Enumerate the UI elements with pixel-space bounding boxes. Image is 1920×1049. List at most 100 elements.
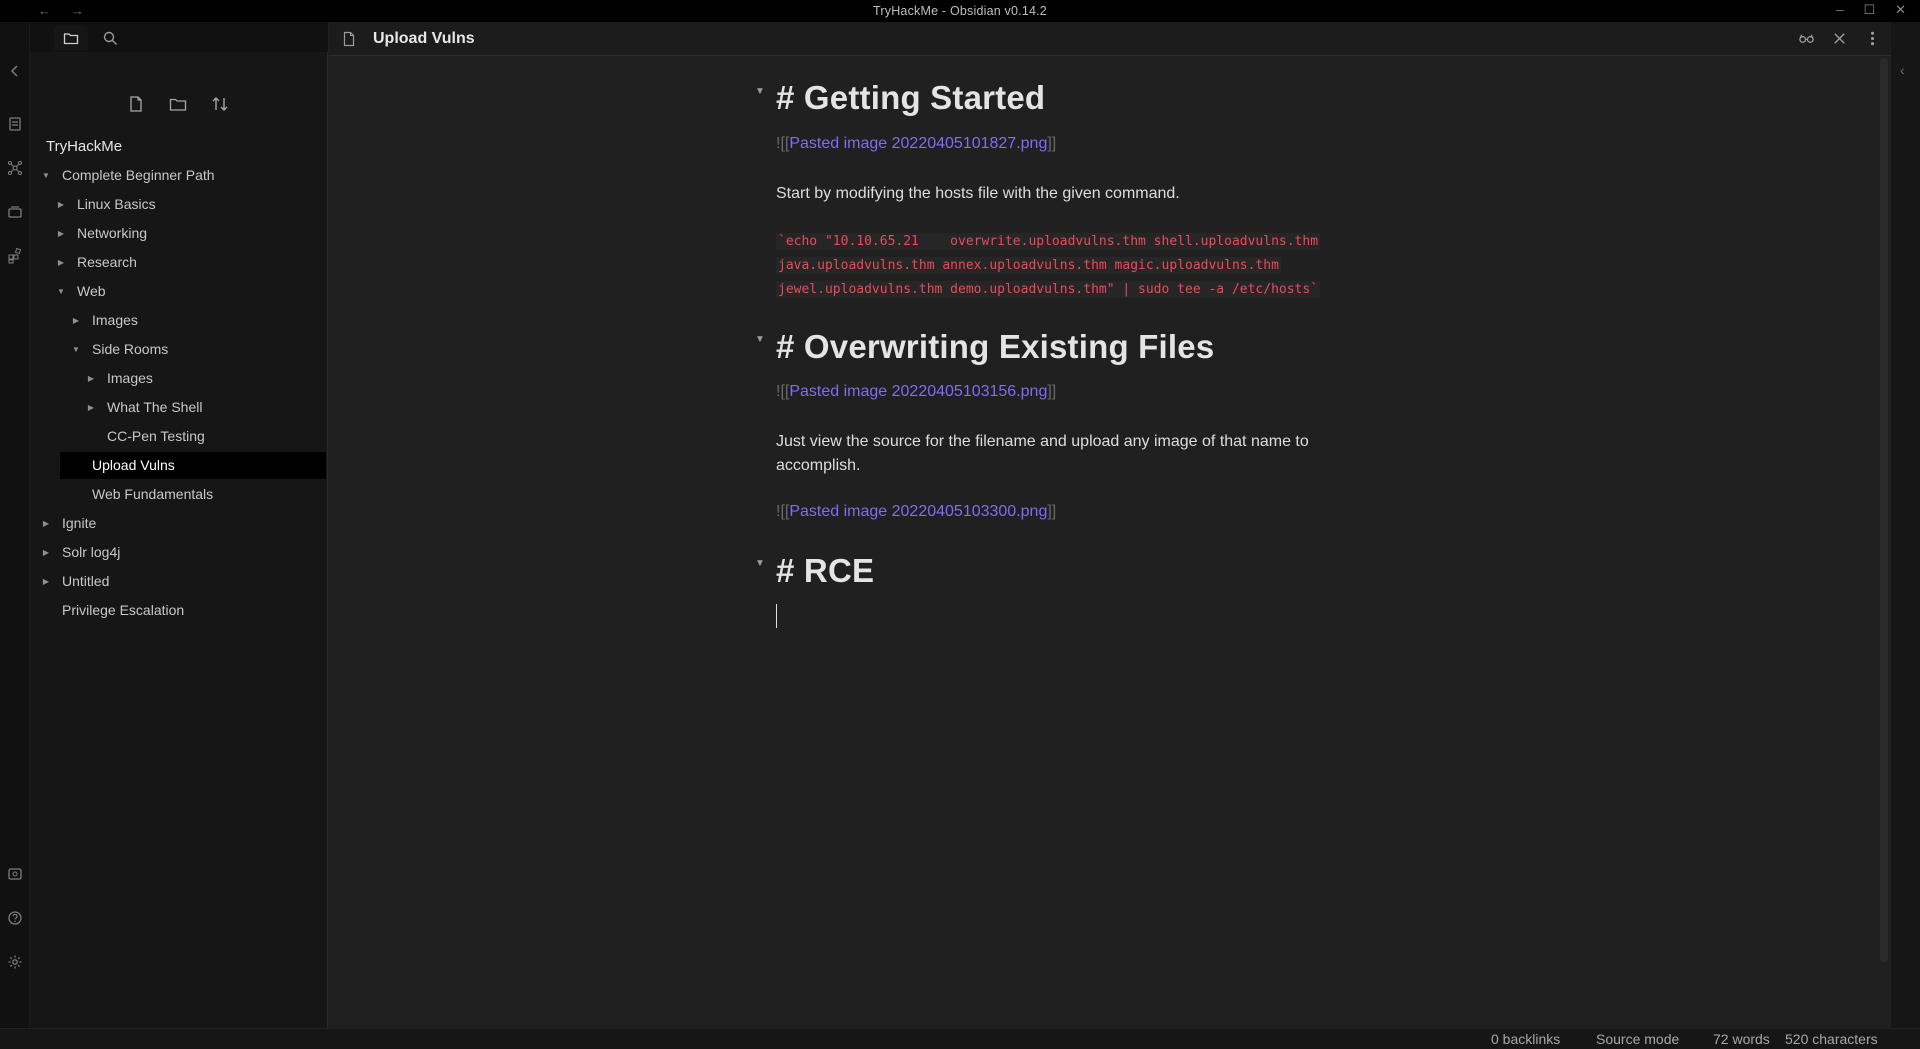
- tree-folder[interactable]: ▼ Web: [30, 278, 326, 305]
- heading-rce[interactable]: # RCE: [776, 552, 874, 590]
- plugin-grid-icon[interactable]: [6, 247, 24, 265]
- graph-view-icon[interactable]: [6, 159, 24, 177]
- tree-folder[interactable]: ▼ Complete Beginner Path: [30, 162, 326, 189]
- chevron-down-icon[interactable]: ▼: [71, 336, 81, 363]
- sort-arrows-icon: [212, 97, 228, 111]
- image-embed[interactable]: ![[Pasted image 20220405103156.png]]: [776, 383, 1056, 401]
- tree-item-label: Complete Beginner Path: [62, 167, 215, 183]
- editor-header: Upload Vulns: [329, 22, 1891, 56]
- image-embed[interactable]: ![[Pasted image 20220405103300.png]]: [776, 503, 1056, 521]
- tree-file[interactable]: Web Fundamentals: [30, 481, 326, 508]
- tree-folder[interactable]: ▶ Research: [30, 249, 326, 276]
- vault-name[interactable]: TryHackMe: [46, 138, 122, 155]
- chevron-right-icon[interactable]: ▶: [86, 394, 96, 421]
- tree-file[interactable]: Upload Vulns: [60, 452, 326, 479]
- backlinks-count[interactable]: 0 backlinks: [1491, 1031, 1560, 1047]
- embed-open: ![[: [776, 503, 790, 520]
- image-link[interactable]: Pasted image 20220405101827.png: [789, 135, 1047, 152]
- note-title[interactable]: Upload Vulns: [373, 30, 475, 48]
- reading-view-icon[interactable]: [1798, 30, 1815, 52]
- sidebar-tabs: [30, 22, 328, 52]
- tree-folder[interactable]: ▶ What The Shell: [30, 394, 326, 421]
- new-folder-button[interactable]: [166, 92, 190, 116]
- tree-item-label: Research: [77, 254, 137, 270]
- folder-icon: [63, 33, 79, 45]
- close-tab-icon[interactable]: [1831, 30, 1848, 52]
- tree-item-label: Side Rooms: [92, 341, 169, 357]
- chevron-right-icon[interactable]: ▶: [86, 365, 96, 392]
- quick-switcher-icon[interactable]: [6, 115, 24, 133]
- settings-gear-icon[interactable]: [6, 953, 24, 971]
- tab-search[interactable]: [93, 26, 127, 50]
- embed-open: ![[: [776, 135, 790, 152]
- minimize-button[interactable]: –: [1836, 2, 1843, 18]
- paragraph[interactable]: Just view the source for the filename an…: [776, 430, 1396, 478]
- chevron-down-icon[interactable]: ▼: [56, 278, 66, 305]
- tree-folder[interactable]: ▶ Ignite: [30, 510, 326, 537]
- chevron-right-icon[interactable]: ▶: [41, 568, 51, 595]
- help-icon[interactable]: [6, 909, 24, 927]
- tree-folder[interactable]: ▶ Solr log4j: [30, 539, 326, 566]
- maximize-button[interactable]: ☐: [1863, 2, 1875, 18]
- image-embed[interactable]: ![[Pasted image 20220405101827.png]]: [776, 135, 1056, 153]
- fold-heading-icon[interactable]: ▼: [755, 334, 765, 345]
- close-window-button[interactable]: ✕: [1895, 2, 1906, 18]
- embed-close: ]]: [1047, 383, 1057, 400]
- tree-item-label: Privilege Escalation: [62, 602, 185, 618]
- editor-mode[interactable]: Source mode: [1596, 1031, 1679, 1047]
- fold-heading-icon[interactable]: ▼: [755, 558, 765, 569]
- tree-folder[interactable]: ▶ Networking: [30, 220, 326, 247]
- chevron-right-icon[interactable]: ▶: [56, 220, 66, 247]
- chevron-right-icon[interactable]: ▶: [56, 249, 66, 276]
- inline-code-line[interactable]: jewel.uploadvulns.thm demo.uploadvulns.t…: [776, 281, 1321, 298]
- right-sidebar-collapsed: ‹: [1891, 22, 1920, 1028]
- image-link[interactable]: Pasted image 20220405103156.png: [789, 383, 1047, 400]
- chevron-right-icon[interactable]: ▶: [41, 510, 51, 537]
- embed-close: ]]: [1047, 135, 1057, 152]
- status-bar: 0 backlinks Source mode 72 words 520 cha…: [0, 1028, 1920, 1049]
- chevron-down-icon[interactable]: ▼: [41, 162, 51, 189]
- collapse-sidebar-icon[interactable]: [6, 62, 24, 80]
- heading-overwriting-existing-files[interactable]: # Overwriting Existing Files: [776, 328, 1214, 366]
- editor-scrollbar[interactable]: [1880, 58, 1888, 962]
- embed-open: ![[: [776, 383, 790, 400]
- new-folder-icon: [169, 98, 187, 111]
- tree-item-label: Solr log4j: [62, 544, 121, 560]
- window-title: TryHackMe - Obsidian v0.14.2: [873, 4, 1047, 18]
- tree-folder[interactable]: ▶ Images: [30, 307, 326, 334]
- more-options-icon[interactable]: [1864, 30, 1881, 52]
- new-note-button[interactable]: [124, 92, 148, 116]
- heading-getting-started[interactable]: # Getting Started: [776, 79, 1045, 117]
- tree-file[interactable]: CC-Pen Testing: [30, 423, 326, 450]
- chevron-right-icon[interactable]: ▶: [71, 307, 81, 334]
- inline-code-line[interactable]: `echo "10.10.65.21 overwrite.uploadvulns…: [776, 233, 1321, 250]
- image-link[interactable]: Pasted image 20220405103300.png: [789, 503, 1047, 520]
- paragraph[interactable]: Start by modifying the hosts file with t…: [776, 182, 1396, 206]
- tree-item-label: Web Fundamentals: [92, 486, 214, 502]
- title-bar: ← → TryHackMe - Obsidian v0.14.2 – ☐ ✕: [0, 0, 1920, 22]
- expand-right-sidebar-icon[interactable]: ‹: [1900, 62, 1905, 78]
- tree-item-label: Images: [92, 312, 138, 328]
- text-cursor: [776, 604, 777, 628]
- character-count: 520 characters: [1785, 1031, 1878, 1047]
- editor-actions: [1798, 30, 1881, 52]
- open-deck-icon[interactable]: [6, 203, 24, 221]
- tree-folder[interactable]: ▶ Images: [30, 365, 326, 392]
- tree-file[interactable]: Privilege Escalation: [30, 597, 326, 624]
- chevron-right-icon[interactable]: ▶: [56, 191, 66, 218]
- tree-folder[interactable]: ▼ Side Rooms: [30, 336, 326, 363]
- chevron-right-icon[interactable]: ▶: [41, 539, 51, 566]
- word-count: 72 words: [1713, 1031, 1770, 1047]
- ribbon: [0, 22, 30, 1028]
- vault-switch-icon[interactable]: [6, 865, 24, 883]
- tab-file-explorer[interactable]: [54, 26, 88, 50]
- tree-item-label: Ignite: [62, 515, 97, 531]
- inline-code-line[interactable]: java.uploadvulns.thm annex.uploadvulns.t…: [776, 257, 1281, 274]
- tree-item-label: Images: [107, 370, 153, 386]
- tree-item-label: Upload Vulns: [92, 457, 175, 473]
- tree-item-label: Linux Basics: [77, 196, 156, 212]
- tree-folder[interactable]: ▶ Untitled: [30, 568, 326, 595]
- tree-folder[interactable]: ▶ Linux Basics: [30, 191, 326, 218]
- fold-heading-icon[interactable]: ▼: [755, 86, 765, 97]
- sort-button[interactable]: [208, 92, 232, 116]
